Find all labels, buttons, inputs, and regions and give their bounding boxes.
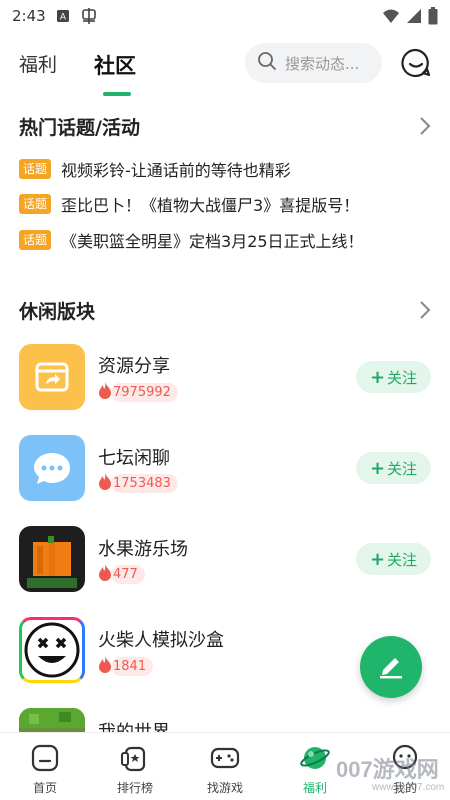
search-icon (257, 51, 277, 75)
nav-find-game[interactable]: 找游戏 (180, 733, 270, 800)
nav-label: 首页 (32, 781, 57, 795)
ranking-icon (120, 743, 150, 773)
chat-bubble-icon[interactable] (19, 435, 85, 501)
topic-badge: 话题 (19, 159, 52, 179)
forum-name: 资源分享 (98, 356, 170, 377)
follow-label: 关注 (387, 368, 418, 387)
plus-icon: + (369, 548, 386, 570)
topic-text: 《美职篮全明星》定档3月25日正式上线！ (61, 232, 364, 251)
chat-icon (400, 48, 432, 83)
pencil-icon (376, 650, 406, 684)
home-icon (30, 743, 60, 773)
search-placeholder: 搜索动态... (285, 54, 360, 73)
plus-icon: + (369, 457, 386, 479)
watermark: 007游戏网 (336, 757, 439, 782)
share-folder-icon[interactable] (19, 344, 85, 410)
casual-board-more-icon[interactable] (418, 300, 432, 324)
nav-label: 排行榜 (116, 781, 153, 795)
gamepad-icon (210, 743, 240, 773)
signal-icon (406, 8, 422, 28)
casual-board-title: 休闲版块 (19, 301, 96, 323)
follow-button[interactable]: + 关注 (356, 452, 431, 484)
forum-name: 水果游乐场 (98, 539, 188, 560)
tab-shequ[interactable]: 社区 (94, 50, 136, 80)
plus-icon: + (369, 366, 386, 388)
heat-count: 1841 (97, 656, 154, 676)
planet-icon (300, 743, 330, 773)
forum-name: 七坛闲聊 (98, 448, 170, 469)
topic-text: 歪比巴卜！《植物大战僵尸3》喜提版号！ (61, 196, 360, 215)
pumpkin-icon[interactable] (19, 526, 85, 592)
keyboard-notification-icon: A (56, 9, 70, 23)
hot-topics-more-icon[interactable] (418, 116, 432, 140)
topic-badge: 话题 (19, 194, 52, 214)
watermark-sub: www.yx007.com (372, 782, 445, 793)
hot-topics-title: 热门话题/活动 (19, 117, 140, 139)
follow-label: 关注 (387, 459, 418, 478)
nav-home[interactable]: 首页 (0, 733, 90, 800)
message-button[interactable] (400, 47, 432, 79)
heat-count: 477 (97, 564, 145, 584)
heat-value: 1753483 (111, 473, 178, 493)
top-tabs: 福利 社区 (0, 40, 450, 96)
topic-item[interactable]: 话题 歪比巴卜！《植物大战僵尸3》喜提版号！ (19, 193, 359, 215)
topic-item[interactable]: 话题 视频彩铃-让通话前的等待也精彩 (19, 158, 291, 180)
stickman-face-icon[interactable] (19, 617, 85, 683)
heat-count: 7975992 (97, 382, 178, 402)
topic-text: 视频彩铃-让通话前的等待也精彩 (61, 161, 291, 180)
tab-indicator (103, 92, 131, 96)
follow-label: 关注 (387, 550, 418, 569)
topic-item[interactable]: 话题 《美职篮全明星》定档3月25日正式上线！ (19, 229, 364, 251)
compose-button[interactable] (360, 636, 422, 698)
search-input[interactable]: 搜索动态... (245, 43, 382, 83)
bug-notification-icon (80, 7, 98, 25)
nav-ranking[interactable]: 排行榜 (90, 733, 180, 800)
follow-button[interactable]: + 关注 (356, 361, 431, 393)
status-time: 2:43 (12, 7, 46, 25)
forum-name: 火柴人模拟沙盒 (98, 630, 224, 651)
nav-label: 福利 (302, 781, 327, 795)
tab-fuli[interactable]: 福利 (19, 50, 57, 77)
heat-count: 1753483 (97, 473, 178, 493)
status-bar: 2:43 A (0, 0, 450, 32)
nav-label: 找游戏 (206, 781, 243, 795)
svg-text:A: A (60, 13, 67, 23)
follow-button[interactable]: + 关注 (356, 543, 431, 575)
heat-value: 7975992 (111, 382, 178, 402)
status-icons (382, 7, 438, 29)
topic-badge: 话题 (19, 230, 52, 250)
wifi-icon (382, 8, 400, 28)
heat-value: 1841 (111, 656, 154, 676)
heat-value: 477 (111, 564, 145, 584)
battery-icon (428, 7, 438, 29)
